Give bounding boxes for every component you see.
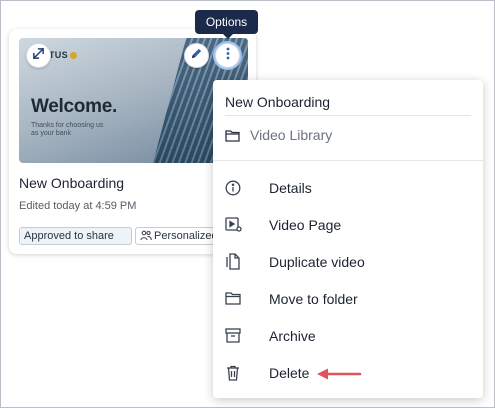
menu-item-label: Archive bbox=[269, 327, 316, 344]
menu-folder-location[interactable]: Video Library bbox=[225, 126, 332, 144]
menu-item-video-page[interactable]: Video Page bbox=[213, 206, 483, 243]
callout-arrow bbox=[317, 368, 362, 380]
video-title[interactable]: New Onboarding bbox=[19, 175, 124, 191]
approved-to-share-badge: Approved to share bbox=[19, 227, 132, 245]
menu-item-archive[interactable]: Archive bbox=[213, 317, 483, 354]
expand-button[interactable] bbox=[26, 43, 51, 68]
menu-folder-label: Video Library bbox=[250, 127, 333, 143]
options-button[interactable] bbox=[215, 43, 240, 68]
archive-icon bbox=[224, 327, 242, 345]
thumbnail-headline: Welcome. bbox=[31, 96, 117, 117]
pencil-icon bbox=[190, 47, 203, 65]
folder-icon bbox=[224, 290, 242, 308]
video-page-icon bbox=[224, 216, 242, 234]
thumbnail-logo: TUS bbox=[49, 50, 77, 60]
info-icon bbox=[224, 179, 242, 197]
menu-item-label: Move to folder bbox=[269, 290, 358, 307]
thumbnail-tagline: Thanks for choosing us as your bank bbox=[31, 122, 104, 137]
duplicate-icon bbox=[224, 253, 242, 271]
people-icon bbox=[140, 230, 152, 241]
edited-timestamp: Edited today at 4:59 PM bbox=[19, 200, 137, 212]
personalized-label: Personalized bbox=[154, 230, 218, 242]
edit-button[interactable] bbox=[184, 43, 209, 68]
trash-icon bbox=[224, 364, 242, 382]
menu-divider bbox=[213, 160, 483, 161]
menu-item-label: Delete bbox=[269, 364, 310, 381]
menu-divider bbox=[225, 115, 471, 116]
more-vertical-icon bbox=[226, 47, 230, 65]
menu-item-label: Details bbox=[269, 179, 312, 196]
expand-icon bbox=[32, 47, 45, 65]
menu-item-move-to-folder[interactable]: Move to folder bbox=[213, 280, 483, 317]
options-tooltip: Options bbox=[195, 10, 258, 39]
menu-item-label: Video Page bbox=[269, 216, 342, 233]
menu-item-duplicate-video[interactable]: Duplicate video bbox=[213, 243, 483, 280]
menu-item-label: Duplicate video bbox=[269, 253, 365, 270]
menu-item-details[interactable]: Details bbox=[213, 169, 483, 206]
options-menu: New Onboarding Video Library Details Vid… bbox=[213, 80, 483, 398]
folder-icon bbox=[225, 129, 240, 142]
menu-video-title: New Onboarding bbox=[225, 94, 331, 110]
